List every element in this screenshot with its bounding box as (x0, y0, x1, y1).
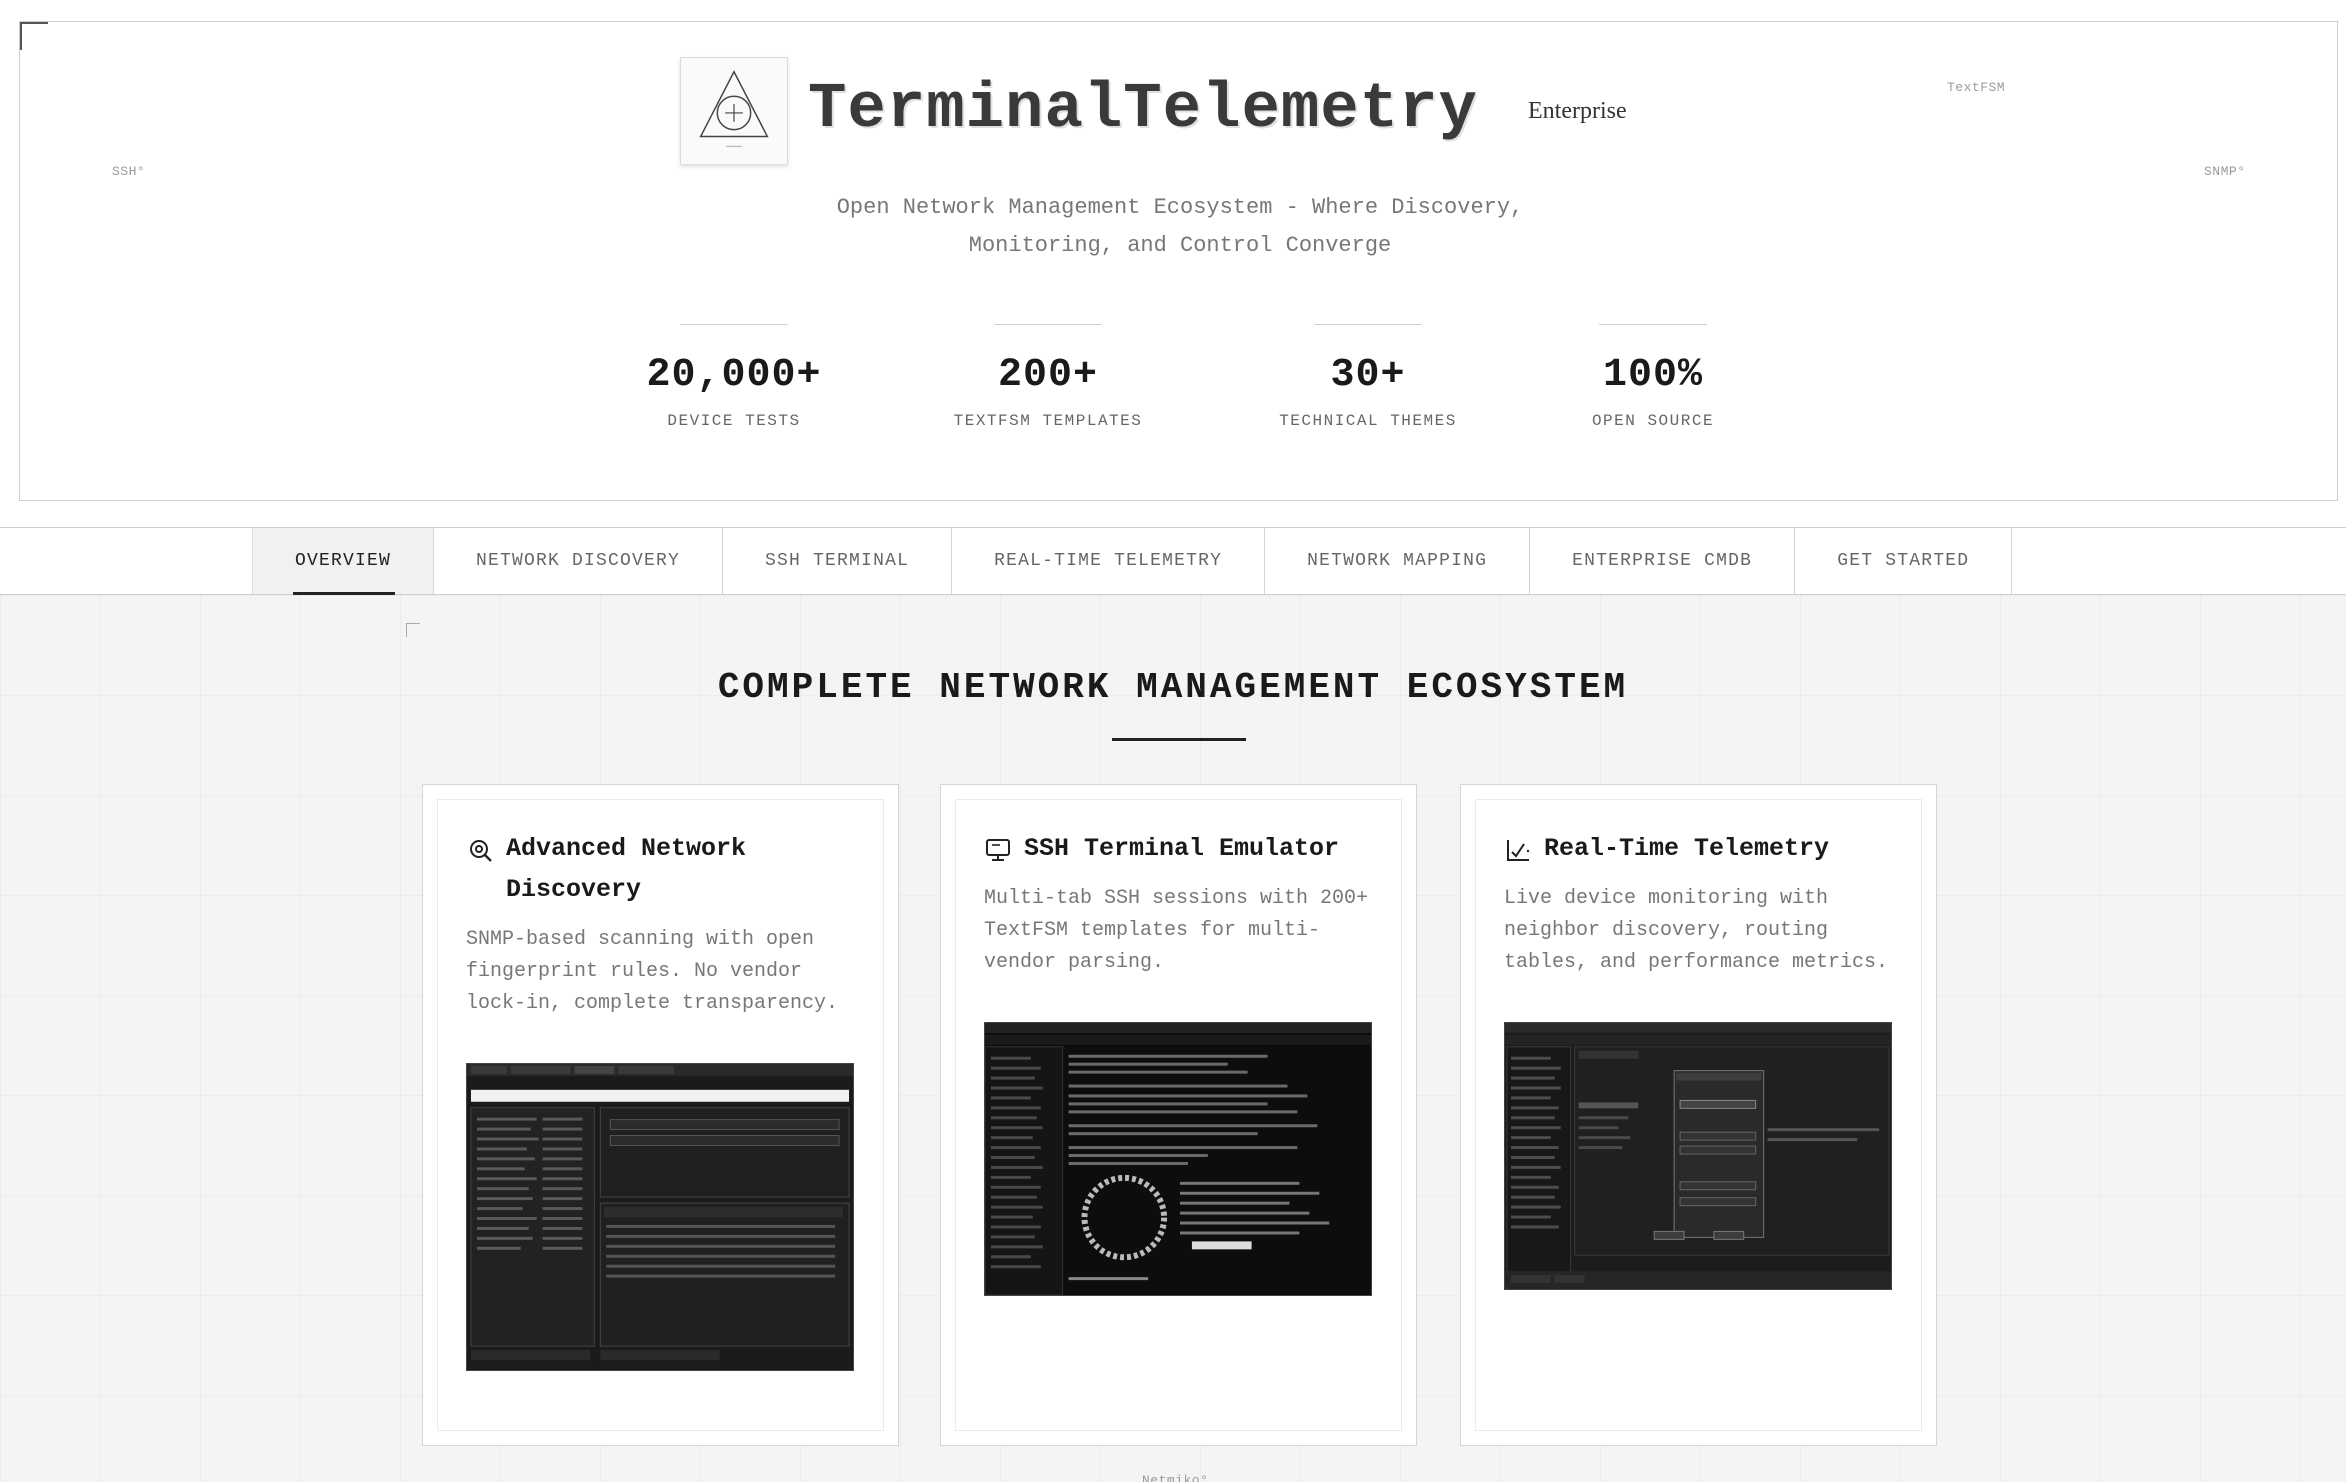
tab-bar: OVERVIEW NETWORK DISCOVERY SSH TERMINAL … (0, 527, 2346, 595)
tab-get-started[interactable]: GET STARTED (1795, 528, 2013, 594)
telemetry-screenshot (1504, 1022, 1892, 1290)
discovery-screenshot (466, 1063, 854, 1371)
tab-network-mapping[interactable]: NETWORK MAPPING (1265, 528, 1531, 594)
stat-value: 30+ (1330, 353, 1406, 398)
stat-device-tests: 20,000+ DEVICE TESTS (604, 324, 864, 430)
card-description: Live device monitoring with neighbor dis… (1504, 887, 1889, 974)
tab-ssh-terminal[interactable]: SSH TERMINAL (723, 528, 953, 594)
stat-rule (994, 324, 1102, 325)
card-header: Advanced Network Discovery (466, 828, 855, 910)
floating-tag-textfsm: TextFSM (1947, 80, 2006, 95)
stat-value: 100% (1602, 353, 1703, 398)
card-title: Real-Time Telemetry (1544, 834, 1830, 863)
card-body: Advanced Network Discovery SNMP-based sc… (437, 799, 884, 1431)
feature-card-telemetry[interactable]: Real-Time Telemetry Live device monitori… (1460, 784, 1937, 1446)
stat-label: DEVICE TESTS (667, 412, 801, 430)
card-description: SNMP-based scanning with open fingerprin… (466, 928, 839, 1015)
feature-card-discovery[interactable]: Advanced Network Discovery SNMP-based sc… (422, 784, 899, 1446)
triangle-logo-icon (699, 70, 769, 147)
card-description: Multi-tab SSH sessions with 200+ TextFSM… (984, 887, 1369, 974)
stat-technical-themes: 30+ TECHNICAL THEMES (1238, 324, 1498, 430)
stat-label: TECHNICAL THEMES (1279, 412, 1457, 430)
floating-tag-ssh: SSH° (112, 164, 146, 179)
stat-label: TEXTFSM TEMPLATES (953, 412, 1143, 430)
floating-tag-netmiko: Netmiko° (1142, 1473, 1209, 1482)
hero-tagline: Open Network Management Ecosystem - Wher… (836, 195, 1524, 258)
tab-real-time-telemetry[interactable]: REAL-TIME TELEMETRY (952, 528, 1266, 594)
tab-overview[interactable]: OVERVIEW (252, 528, 435, 595)
stat-rule (680, 324, 788, 325)
card-body: SSH Terminal Emulator Multi-tab SSH sess… (955, 799, 1402, 1431)
card-title: SSH Terminal Emulator (1024, 834, 1340, 863)
ssh-terminal-screenshot (984, 1022, 1372, 1296)
stat-rule (1314, 324, 1422, 325)
card-body: Real-Time Telemetry Live device monitori… (1475, 799, 1922, 1431)
corner-bracket (20, 22, 48, 50)
card-header: SSH Terminal Emulator (984, 828, 1373, 869)
edition-badge: Enterprise (1528, 98, 1627, 124)
card-title: Advanced Network Discovery (506, 834, 747, 904)
section-title: COMPLETE NETWORK MANAGEMENT ECOSYSTEM (717, 667, 1629, 708)
logo (680, 57, 788, 165)
stat-value: 20,000+ (646, 353, 822, 398)
monitor-icon (986, 839, 1010, 861)
floating-tag-snmp: SNMP° (2204, 164, 2246, 179)
chart-check-icon (1507, 840, 1530, 861)
radar-search-icon (470, 840, 492, 862)
brand-title: TerminalTelemetry (808, 74, 1478, 146)
stat-label: OPEN SOURCE (1591, 412, 1715, 430)
tab-list: OVERVIEW NETWORK DISCOVERY SSH TERMINAL … (252, 528, 2013, 595)
card-header: Real-Time Telemetry (1504, 828, 1893, 869)
stat-value: 200+ (997, 353, 1098, 398)
stat-rule (1599, 324, 1707, 325)
overview-section: COMPLETE NETWORK MANAGEMENT ECOSYSTEM Ad… (0, 595, 2346, 1482)
hero-panel: SSH° TextFSM SNMP° TerminalTelemetry Ent… (19, 21, 2338, 501)
stat-open-source: 100% OPEN SOURCE (1523, 324, 1783, 430)
tab-network-discovery[interactable]: NETWORK DISCOVERY (434, 528, 724, 594)
tab-enterprise-cmdb[interactable]: ENTERPRISE CMDB (1530, 528, 1796, 594)
corner-bracket (406, 623, 420, 637)
section-underline (1112, 738, 1246, 741)
feature-card-ssh[interactable]: SSH Terminal Emulator Multi-tab SSH sess… (940, 784, 1417, 1446)
stat-textfsm-templates: 200+ TEXTFSM TEMPLATES (918, 324, 1178, 430)
